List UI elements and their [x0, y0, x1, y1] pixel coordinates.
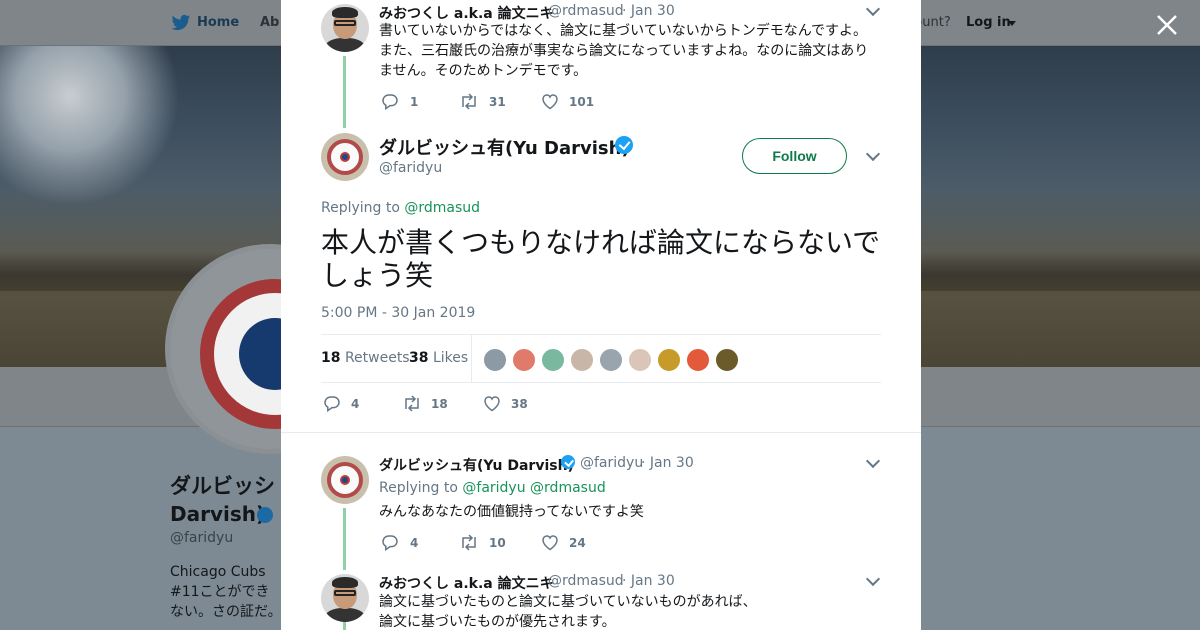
liker-avatar[interactable]: [715, 348, 739, 372]
retweet-count: 18: [431, 397, 448, 411]
retweets-stat[interactable]: 18 Retweets: [321, 350, 410, 366]
tweet-stats: 18 Retweets 38 Likes: [321, 334, 881, 383]
tweet-author-name[interactable]: みおつくし a.k.a 論文ニキ: [379, 3, 554, 23]
retweet-count: 31: [489, 95, 506, 109]
main-tweet-text: 本人が書くつもりなければ論文にならないでしょう笑: [321, 226, 881, 292]
like-count: 24: [569, 536, 586, 550]
profile-handle: @faridyu: [170, 530, 234, 546]
heart-icon[interactable]: [541, 534, 559, 551]
close-icon[interactable]: [1156, 14, 1178, 36]
replying-to: Replying to @faridyu @rdmasud: [379, 478, 606, 498]
like-count: 38: [511, 397, 528, 411]
tweet-date[interactable]: · Jan 30: [622, 3, 675, 19]
retweet-count: 10: [489, 536, 506, 550]
likes-count: 38: [409, 350, 429, 366]
likes-label: Likes: [432, 350, 469, 366]
login-caret-icon[interactable]: [1008, 21, 1016, 26]
tweet-date[interactable]: · Jan 30: [641, 455, 694, 471]
tweet-author-handle[interactable]: @rdmasud: [548, 3, 624, 19]
thread-connector: [343, 622, 346, 630]
reply-icon[interactable]: [381, 93, 399, 110]
chevron-down-icon[interactable]: [865, 453, 881, 469]
tweet-modal: みおつくし a.k.a 論文ニキ @rdmasud · Jan 30 書いていな…: [281, 0, 921, 630]
main-tweet-author-handle[interactable]: @faridyu: [379, 160, 442, 176]
reply-icon[interactable]: [323, 395, 341, 412]
liker-avatar[interactable]: [599, 348, 623, 372]
tweet-text: 書いていないからではなく、論文に基づいていないからトンデモなんですよ。また、三石…: [379, 23, 869, 79]
chevron-down-icon[interactable]: [865, 146, 881, 162]
avatar[interactable]: [321, 133, 369, 181]
section-divider: [281, 432, 921, 433]
profile-verified-badge-icon: [257, 507, 273, 523]
tweet-author-name[interactable]: みおつくし a.k.a 論文ニキ: [379, 573, 554, 593]
tweet-date[interactable]: · Jan 30: [622, 573, 675, 589]
avatar[interactable]: [321, 456, 369, 504]
like-count: 101: [569, 95, 595, 109]
banner-sun: [0, 46, 180, 206]
liker-avatar[interactable]: [657, 348, 681, 372]
chevron-down-icon[interactable]: [865, 571, 881, 587]
profile-name-line2: Darvish): [170, 502, 266, 526]
verified-badge-icon: [561, 455, 575, 469]
tweet-author-name[interactable]: ダルビッシュ有(Yu Darvish): [379, 455, 574, 475]
reply-count: 1: [410, 95, 419, 109]
avatar[interactable]: [321, 4, 369, 52]
heart-icon[interactable]: [541, 93, 559, 110]
thread-connector: [343, 508, 346, 570]
liker-avatar[interactable]: [483, 348, 507, 372]
avatar[interactable]: [321, 574, 369, 622]
follow-button[interactable]: Follow: [742, 138, 847, 174]
tweet-text-line: 論文に基づいたものが優先されます。: [379, 614, 616, 630]
liker-avatar[interactable]: [512, 348, 536, 372]
replying-to: Replying to @rdmasud: [321, 200, 480, 216]
stats-divider: [471, 335, 472, 382]
likes-stat[interactable]: 38 Likes: [409, 350, 468, 366]
profile-name: ダルビッシ: [170, 474, 275, 498]
thread-connector: [343, 56, 346, 128]
reply-count: 4: [410, 536, 419, 550]
profile-bio: Chicago Cubs #11ことができない。さの証だ。: [170, 564, 282, 620]
replying-prefix: Replying to: [321, 200, 400, 216]
retweet-icon[interactable]: [402, 395, 422, 412]
nav-about-link[interactable]: Ab: [260, 15, 279, 30]
liker-avatar[interactable]: [628, 348, 652, 372]
replying-prefix: Replying to: [379, 480, 458, 496]
replying-to-link[interactable]: @faridyu: [462, 480, 525, 496]
retweet-icon[interactable]: [459, 534, 479, 551]
retweets-label: Retweets: [344, 350, 410, 366]
retweet-icon[interactable]: [459, 93, 479, 110]
tweet-text-line: 論文に基づいたものと論文に基づいていないものがあれば、: [379, 594, 757, 610]
tweet-author-handle[interactable]: @rdmasud: [548, 573, 624, 589]
liker-avatar[interactable]: [686, 348, 710, 372]
retweets-count: 18: [321, 350, 341, 366]
nav-home-link[interactable]: Home: [197, 15, 239, 30]
replying-to-link[interactable]: @rdmasud: [530, 480, 606, 496]
replying-to-link[interactable]: @rdmasud: [404, 200, 480, 216]
tweet-author-handle[interactable]: @faridyu: [580, 455, 643, 471]
main-tweet-author-name[interactable]: ダルビッシュ有(Yu Darvish): [379, 134, 630, 160]
verified-badge-icon: [615, 136, 633, 154]
nav-login-link[interactable]: Log in: [966, 15, 1011, 30]
liker-avatar[interactable]: [541, 348, 565, 372]
tweet-text: みんなあなたの価値観持ってないですよ笑: [379, 504, 644, 520]
liker-avatar[interactable]: [570, 348, 594, 372]
chevron-down-icon[interactable]: [865, 1, 881, 17]
main-tweet-timestamp[interactable]: 5:00 PM - 30 Jan 2019: [321, 305, 475, 321]
reply-count: 4: [351, 397, 360, 411]
twitter-bird-icon[interactable]: [171, 14, 191, 32]
heart-icon[interactable]: [483, 395, 501, 412]
reply-icon[interactable]: [381, 534, 399, 551]
